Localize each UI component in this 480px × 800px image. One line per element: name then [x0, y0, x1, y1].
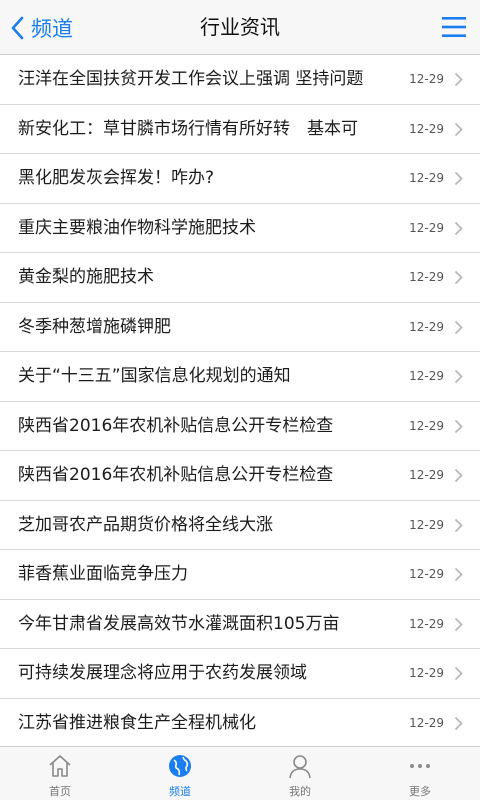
- news-title: 江苏省推进粮食生产全程机械化: [18, 712, 256, 733]
- news-date: 12-29: [409, 715, 444, 730]
- tab-bar: 首页 频道 我的 更多: [0, 746, 480, 800]
- news-title: 新安化工：草甘膦市场行情有所好转 基本可: [18, 118, 358, 139]
- chevron-right-icon: [454, 221, 463, 235]
- news-date: 12-29: [409, 72, 444, 86]
- news-date: 12-29: [409, 171, 444, 185]
- news-title: 芝加哥农产品期货价格将全线大涨: [18, 514, 273, 535]
- news-title: 汪洋在全国扶贫开发工作会议上强调 坚持问题: [18, 69, 364, 89]
- tab-label: 频道: [169, 785, 191, 798]
- news-title: 可持续发展理念将应用于农药发展领域: [18, 663, 307, 683]
- news-title: 关于“十三五”国家信息化规划的通知: [18, 366, 291, 386]
- chevron-right-icon: [454, 320, 463, 334]
- news-date: 12-29: [409, 369, 444, 383]
- news-date: 12-29: [409, 616, 444, 631]
- news-date: 12-29: [409, 468, 444, 482]
- globe-icon: [169, 755, 191, 777]
- chevron-right-icon: [454, 122, 463, 136]
- news-date: 12-29: [409, 319, 444, 334]
- page-title: 行业资讯: [200, 15, 280, 39]
- chevron-right-icon: [454, 72, 463, 87]
- person-icon: [289, 755, 311, 779]
- news-list: 汪洋在全国扶贫开发工作会议上强调 坚持问题 12-29 新安化工：草甘膦市场行情有…: [0, 55, 480, 748]
- tab-channels[interactable]: 频道: [120, 747, 240, 800]
- news-item[interactable]: 芝加哥农产品期货价格将全线大涨 12-29: [0, 501, 480, 550]
- news-title: 陕西省2016年农机补贴信息公开专栏检查: [18, 465, 334, 485]
- tab-label: 首页: [49, 785, 71, 798]
- news-date: 12-29: [409, 567, 444, 581]
- chevron-right-icon: [454, 419, 463, 433]
- news-item[interactable]: 冬季种葱增施磷钾肥 12-29: [0, 303, 480, 352]
- news-item[interactable]: 黑化肥发灰会挥发！咋办? 12-29: [0, 154, 480, 204]
- news-item[interactable]: 黄金梨的施肥技术 12-29: [0, 253, 480, 303]
- tab-home[interactable]: 首页: [0, 747, 120, 800]
- news-item[interactable]: 关于“十三五”国家信息化规划的通知 12-29: [0, 352, 480, 402]
- news-date: 12-29: [409, 220, 444, 235]
- news-title: 陕西省2016年农机补贴信息公开专栏检查: [18, 415, 334, 436]
- chevron-right-icon: [454, 567, 463, 582]
- news-date: 12-29: [409, 517, 444, 532]
- chevron-right-icon: [454, 518, 463, 532]
- news-title: 冬季种葱增施磷钾肥: [18, 316, 171, 337]
- news-date: 12-29: [409, 418, 444, 433]
- news-title: 菲香蕉业面临竞争压力: [18, 564, 188, 584]
- news-item[interactable]: 新安化工：草甘膦市场行情有所好转 基本可 12-29: [0, 105, 480, 154]
- more-dots-icon: [410, 764, 430, 768]
- news-item[interactable]: 可持续发展理念将应用于农药发展领域 12-29: [0, 649, 480, 699]
- news-item[interactable]: 汪洋在全国扶贫开发工作会议上强调 坚持问题 12-29: [0, 55, 480, 105]
- navigation-bar: 频道 行业资讯: [0, 0, 480, 55]
- news-date: 12-29: [409, 666, 444, 680]
- chevron-right-icon: [454, 468, 463, 483]
- chevron-right-icon: [454, 617, 463, 631]
- tab-profile[interactable]: 我的: [240, 747, 360, 800]
- news-date: 12-29: [409, 270, 444, 284]
- news-item[interactable]: 陕西省2016年农机补贴信息公开专栏检查 12-29: [0, 402, 480, 451]
- news-title: 黑化肥发灰会挥发！咋办?: [18, 168, 215, 188]
- news-item[interactable]: 陕西省2016年农机补贴信息公开专栏检查 12-29: [0, 451, 480, 501]
- news-title: 今年甘肃省发展高效节水灌溉面积105万亩: [18, 613, 340, 634]
- chevron-right-icon: [454, 369, 463, 384]
- news-title: 重庆主要粮油作物科学施肥技术: [18, 217, 256, 238]
- news-date: 12-29: [409, 121, 444, 136]
- home-icon: [49, 755, 71, 777]
- news-item[interactable]: 江苏省推进粮食生产全程机械化 12-29: [0, 699, 480, 748]
- news-title: 黄金梨的施肥技术: [18, 267, 154, 287]
- news-item[interactable]: 重庆主要粮油作物科学施肥技术 12-29: [0, 204, 480, 253]
- chevron-right-icon: [454, 171, 463, 186]
- tab-label: 更多: [409, 785, 431, 798]
- chevron-right-icon: [454, 666, 463, 681]
- news-item[interactable]: 今年甘肃省发展高效节水灌溉面积105万亩 12-29: [0, 600, 480, 649]
- menu-button[interactable]: [440, 14, 468, 40]
- tab-more[interactable]: 更多: [360, 747, 480, 800]
- tab-label: 我的: [289, 785, 311, 798]
- hamburger-menu-icon: [442, 17, 466, 37]
- news-item[interactable]: 菲香蕉业面临竞争压力 12-29: [0, 550, 480, 600]
- chevron-right-icon: [454, 716, 463, 730]
- chevron-right-icon: [454, 270, 463, 285]
